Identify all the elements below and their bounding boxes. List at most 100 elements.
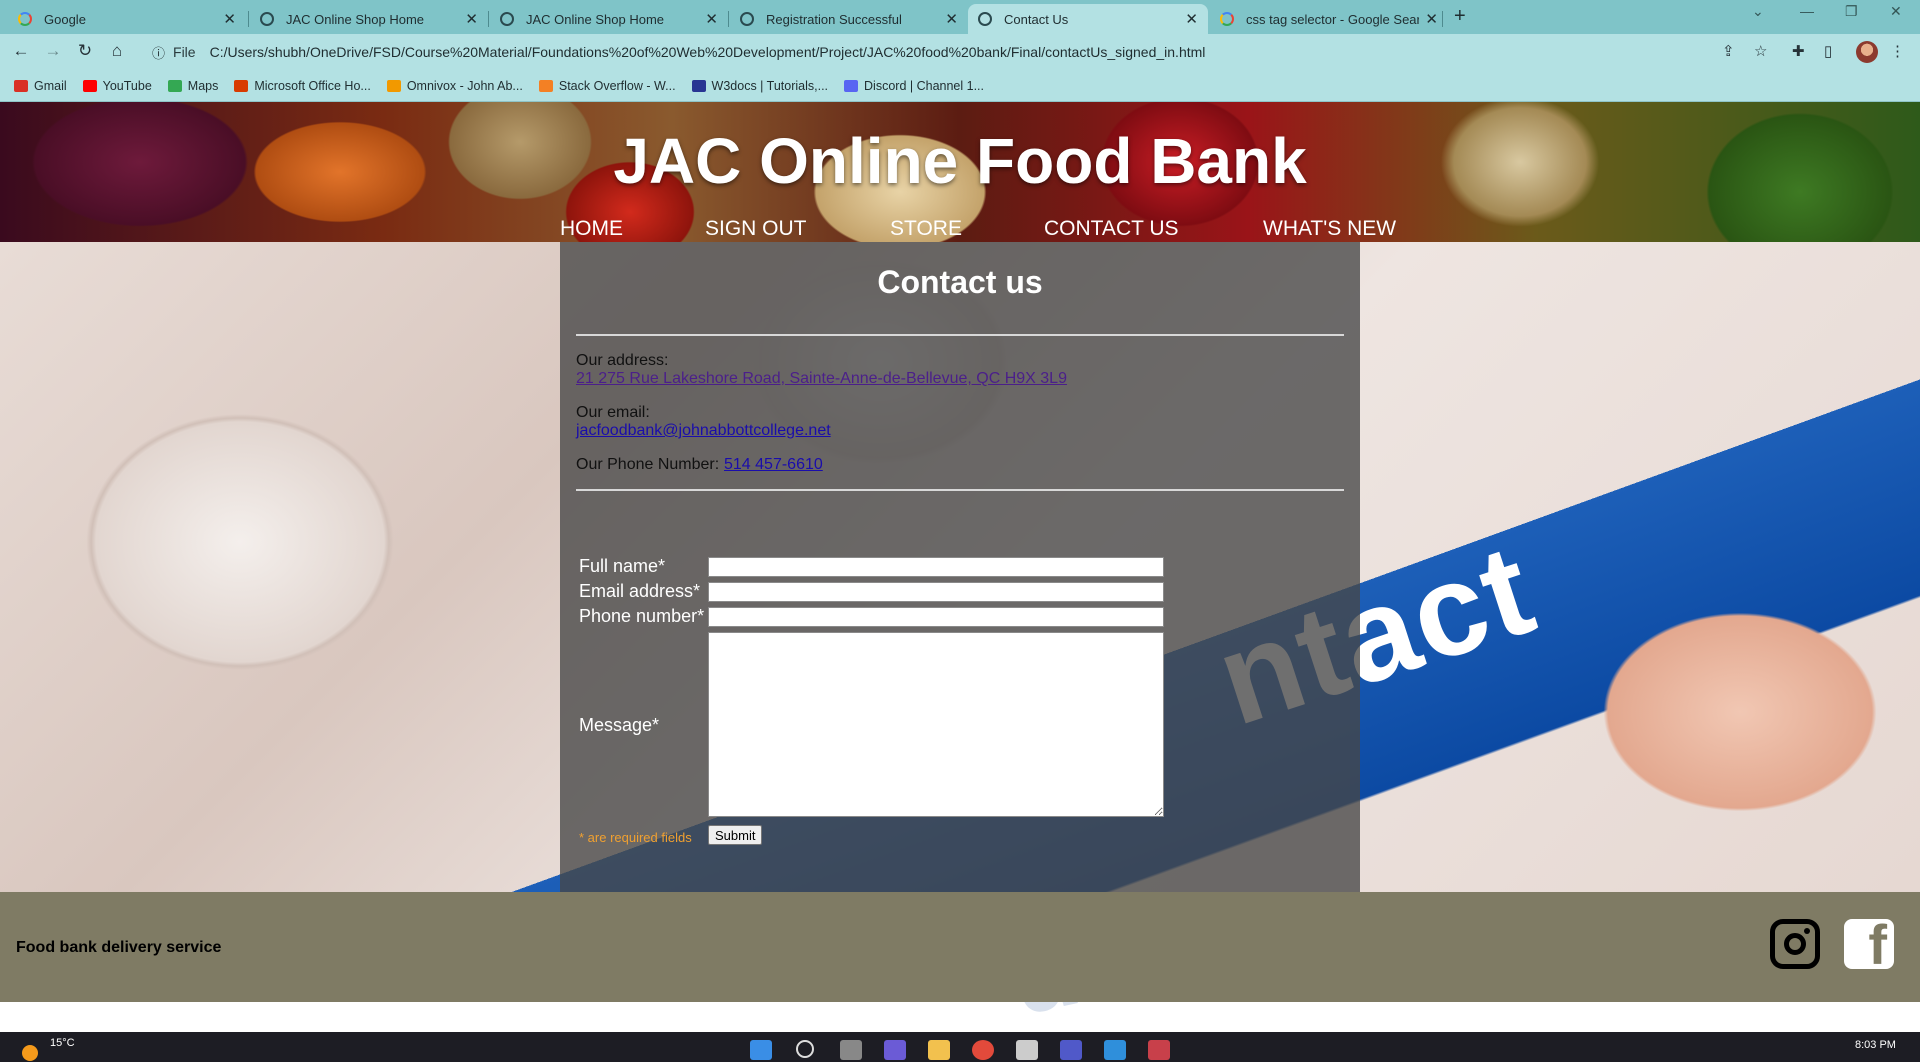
- header-banner: JAC Online Food Bank HOME SIGN OUT STORE…: [0, 102, 1920, 242]
- bookmark-w3docs-tutorials[interactable]: W3docs | Tutorials,...: [691, 78, 829, 93]
- bookmark-favicon-icon: [386, 79, 401, 92]
- tab-jac-shop-home-2[interactable]: JAC Online Shop Home ✕: [490, 4, 728, 34]
- email-link[interactable]: jacfoodbank@johnabbottcollege.net: [576, 422, 831, 440]
- side-panel-icon[interactable]: ▯: [1824, 42, 1832, 60]
- globe-icon: [978, 12, 992, 26]
- url-text[interactable]: C:/Users/shubh/OneDrive/FSD/Course%20Mat…: [210, 44, 1206, 60]
- app-icon[interactable]: [1016, 1040, 1038, 1060]
- tab-registration-successful[interactable]: Registration Successful ✕: [730, 4, 968, 34]
- vscode-icon[interactable]: [1104, 1040, 1126, 1060]
- bookmarks-bar: Gmail YouTube Maps Microsoft Office Ho... Om…: [0, 70, 1920, 102]
- new-tab-button[interactable]: +: [1454, 5, 1466, 28]
- close-icon[interactable]: ✕: [465, 10, 478, 28]
- message-label: Message*: [579, 715, 660, 735]
- tab-title: css tag selector - Google Search: [1246, 11, 1420, 27]
- teams-chat-icon[interactable]: [884, 1040, 906, 1060]
- nav-contact-us[interactable]: CONTACT US: [1044, 217, 1179, 241]
- tab-divider: [488, 11, 489, 27]
- full-name-input[interactable]: [708, 557, 1164, 577]
- info-icon[interactable]: ⓘ: [152, 43, 165, 62]
- start-icon[interactable]: [750, 1040, 772, 1060]
- tab-contact-us[interactable]: Contact Us ✕: [968, 4, 1208, 34]
- bookmark-favicon-icon: [14, 79, 28, 92]
- close-icon[interactable]: ✕: [945, 10, 958, 28]
- bookmark-gmail[interactable]: Gmail: [14, 79, 67, 93]
- back-icon[interactable]: ←: [10, 41, 32, 61]
- contact-panel: Contact us Our address: 21 275 Rue Lakes…: [560, 242, 1360, 892]
- globe-icon: [260, 12, 274, 26]
- email-address-input[interactable]: [708, 582, 1164, 602]
- tab-jac-shop-home-1[interactable]: JAC Online Shop Home ✕: [250, 4, 488, 34]
- facebook-icon[interactable]: f: [1844, 919, 1894, 969]
- bookmark-label: Omnivox - John Ab...: [406, 78, 523, 93]
- chrome-icon[interactable]: [972, 1040, 994, 1060]
- profile-avatar[interactable]: [1856, 41, 1878, 63]
- bookmark-label: W3docs | Tutorials,...: [711, 78, 829, 93]
- home-icon[interactable]: ⌂: [106, 41, 128, 61]
- tab-strip: Google ✕ JAC Online Shop Home ✕ JAC Onli…: [0, 0, 1920, 34]
- tab-search-icon[interactable]: ⌄: [1752, 3, 1764, 20]
- reload-icon[interactable]: ↻: [74, 41, 96, 61]
- share-icon[interactable]: ⇪: [1722, 42, 1735, 60]
- nav-home[interactable]: HOME: [560, 217, 623, 241]
- bookmark-maps[interactable]: Maps: [167, 79, 218, 93]
- forward-icon[interactable]: →: [42, 41, 64, 61]
- search-icon[interactable]: [796, 1040, 814, 1058]
- bookmark-favicon-icon: [167, 79, 182, 92]
- address-bar[interactable]: ⓘ File C:/Users/shubh/OneDrive/FSD/Cours…: [140, 38, 1780, 66]
- close-window-icon[interactable]: ✕: [1890, 3, 1902, 20]
- bookmark-label: Gmail: [34, 78, 67, 93]
- required-fields-note: * are required fields: [579, 830, 692, 845]
- nav-whats-new[interactable]: WHAT'S NEW: [1263, 217, 1396, 241]
- snipping-tool-icon[interactable]: [1148, 1040, 1170, 1060]
- tab-title: Contact Us: [1004, 11, 1069, 27]
- google-icon: [18, 12, 32, 26]
- browser-toolbar: ← → ↻ ⌂ ⓘ File C:/Users/shubh/OneDrive/F…: [0, 34, 1920, 70]
- message-textarea[interactable]: [708, 632, 1164, 817]
- teams-icon[interactable]: [1060, 1040, 1082, 1060]
- tab-divider: [248, 11, 249, 27]
- close-icon[interactable]: ✕: [1425, 10, 1438, 28]
- windows-taskbar: 15°C 8:03 PM: [0, 1032, 1920, 1062]
- submit-button[interactable]: Submit: [708, 825, 763, 845]
- phone-number-label: Phone number*: [579, 606, 705, 626]
- bookmark-favicon-icon: [234, 79, 249, 92]
- tab-divider: [728, 11, 729, 27]
- full-name-label: Full name*: [579, 556, 666, 576]
- page-title: Contact us: [877, 264, 1043, 300]
- tab-google[interactable]: Google ✕: [8, 4, 246, 34]
- instagram-icon[interactable]: [1770, 919, 1820, 969]
- restore-icon[interactable]: ❐: [1845, 3, 1858, 20]
- bookmark-label: Stack Overflow - W...: [558, 78, 676, 93]
- phone-link[interactable]: 514 457-6610: [724, 456, 823, 474]
- address-scheme: File: [173, 44, 196, 60]
- site-nav: HOME SIGN OUT STORE CONTACT US WHAT'S NE…: [0, 217, 1920, 243]
- web-page: JAC Online Food Bank HOME SIGN OUT STORE…: [0, 102, 1920, 1032]
- nav-sign-out[interactable]: SIGN OUT: [705, 217, 807, 241]
- bookmark-omnivox-john-ab[interactable]: Omnivox - John Ab...: [386, 78, 523, 93]
- bookmark-youtube[interactable]: YouTube: [82, 79, 152, 93]
- file-explorer-icon[interactable]: [928, 1040, 950, 1060]
- globe-icon: [740, 12, 754, 26]
- close-icon[interactable]: ✕: [1185, 10, 1198, 28]
- bookmark-microsoft-office-ho[interactable]: Microsoft Office Ho...: [234, 79, 371, 93]
- bookmark-favicon-icon: [691, 79, 706, 92]
- menu-icon[interactable]: ⋮: [1890, 42, 1905, 60]
- weather-icon[interactable]: [22, 1045, 38, 1061]
- bookmark-stack-overflow-w[interactable]: Stack Overflow - W...: [538, 78, 676, 93]
- address-label: Our address:: [576, 352, 669, 369]
- tab-css-tag-selector[interactable]: css tag selector - Google Search ✕: [1210, 4, 1448, 34]
- tab-title: Google: [44, 11, 86, 27]
- nav-store[interactable]: STORE: [890, 217, 962, 241]
- bookmark-favicon-icon: [844, 79, 859, 92]
- bookmark-discord-channel-1[interactable]: Discord | Channel 1...: [844, 79, 984, 93]
- close-icon[interactable]: ✕: [705, 10, 718, 28]
- star-icon[interactable]: ☆: [1754, 42, 1767, 60]
- email-address-label: Email address*: [579, 581, 701, 601]
- close-icon[interactable]: ✕: [223, 10, 236, 28]
- phone-number-input[interactable]: [708, 607, 1164, 627]
- minimize-icon[interactable]: —: [1800, 3, 1814, 19]
- extensions-icon[interactable]: ✚: [1792, 42, 1805, 60]
- address-link[interactable]: 21 275 Rue Lakeshore Road, Sainte-Anne-d…: [576, 370, 1067, 388]
- task-view-icon[interactable]: [840, 1040, 862, 1060]
